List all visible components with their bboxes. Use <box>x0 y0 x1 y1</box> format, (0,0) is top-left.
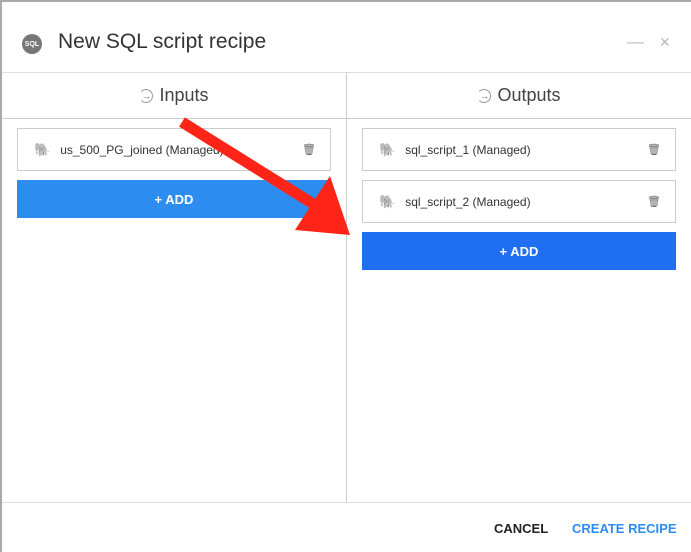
dialog-header: SQL New SQL script recipe — ✕ <box>2 2 691 73</box>
add-output-button[interactable]: + ADD <box>362 232 676 270</box>
input-item-label: us_500_PG_joined (Managed) <box>60 142 224 157</box>
output-item-label: sql_script_1 (Managed) <box>405 142 531 157</box>
inputs-column: → Inputs 🐘 us_500_PG_joined (Managed) 🗑 … <box>2 73 347 502</box>
inputs-title: Inputs <box>159 85 209 105</box>
output-item-label: sql_script_2 (Managed) <box>405 194 531 209</box>
trash-icon[interactable]: 🗑 <box>647 143 661 156</box>
output-item[interactable]: 🐘 sql_script_2 (Managed) 🗑 <box>362 180 676 223</box>
sql-recipe-icon: SQL <box>22 34 42 54</box>
create-recipe-button[interactable]: CREATE RECIPE <box>572 521 677 536</box>
output-arrow-icon: → <box>477 88 492 103</box>
outputs-title: Outputs <box>497 85 561 105</box>
close-button[interactable]: ✕ <box>659 34 671 51</box>
postgresql-icon: 🐘 <box>379 193 396 209</box>
inputs-header: → Inputs <box>2 73 346 119</box>
dialog-title: New SQL script recipe <box>58 30 267 53</box>
postgresql-icon: 🐘 <box>379 141 396 157</box>
trash-icon[interactable]: 🗑 <box>647 195 661 208</box>
add-input-button[interactable]: + ADD <box>17 180 331 218</box>
outputs-header: → Outputs <box>347 73 691 119</box>
outputs-column: → Outputs 🐘 sql_script_1 (Managed) 🗑 🐘 s… <box>347 73 691 502</box>
output-item[interactable]: 🐘 sql_script_1 (Managed) 🗑 <box>362 128 676 171</box>
dialog-footer: CANCEL CREATE RECIPE <box>2 502 691 552</box>
postgresql-icon: 🐘 <box>34 141 51 157</box>
input-item[interactable]: 🐘 us_500_PG_joined (Managed) 🗑 <box>17 128 331 171</box>
minimize-button[interactable]: — <box>627 32 644 52</box>
trash-icon[interactable]: 🗑 <box>302 143 316 156</box>
cancel-button[interactable]: CANCEL <box>494 521 548 536</box>
input-arrow-icon: → <box>139 88 154 103</box>
